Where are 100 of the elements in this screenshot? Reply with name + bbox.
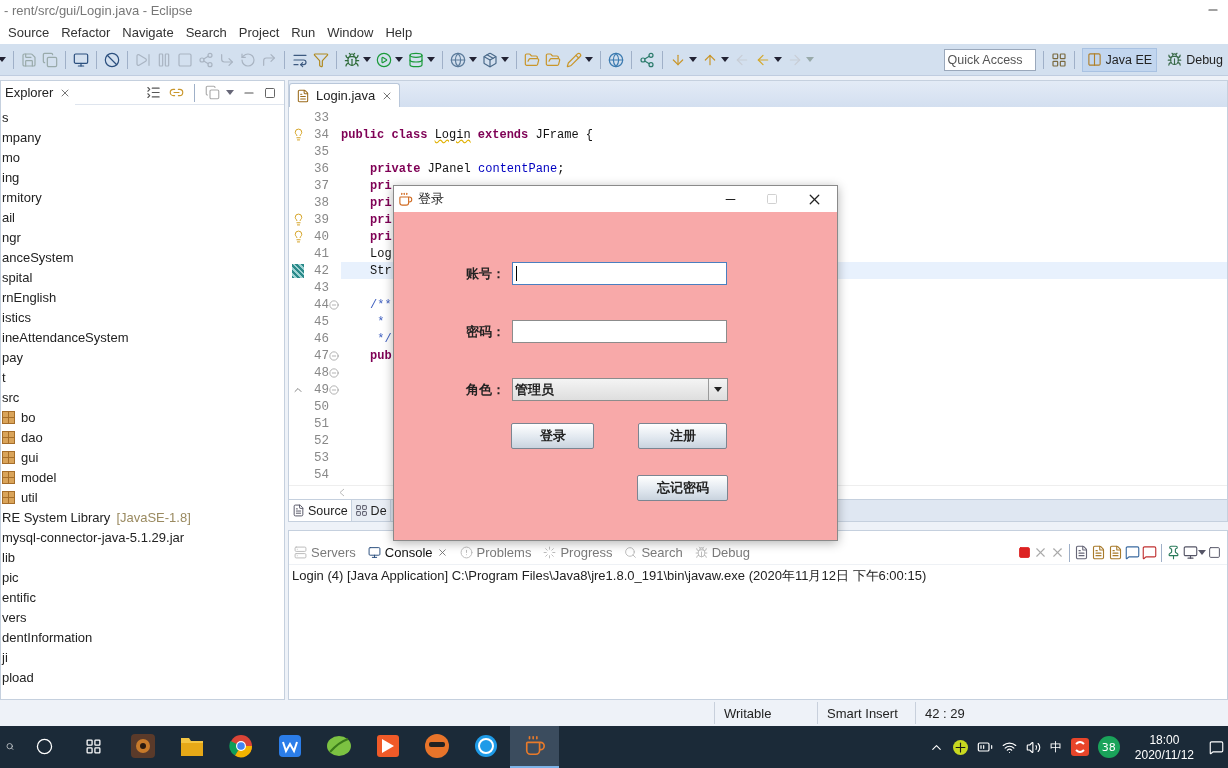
tree-item[interactable]: dao <box>21 429 43 445</box>
task-view-icon[interactable] <box>85 737 102 755</box>
bug-icon[interactable] <box>1167 52 1183 67</box>
volume-icon[interactable] <box>1025 739 1041 755</box>
input-method-indicator[interactable]: 中 <box>1049 738 1062 756</box>
battery-icon[interactable] <box>976 739 993 755</box>
plus-icon[interactable] <box>952 739 968 755</box>
browser-icon[interactable] <box>228 734 253 758</box>
perspective-icon[interactable] <box>1086 52 1102 67</box>
tree-item[interactable]: mo <box>2 149 21 165</box>
tree-item[interactable]: rnEnglish <box>2 289 57 305</box>
leaf-icon[interactable] <box>325 734 352 758</box>
quick-access-field[interactable]: Quick Access <box>943 48 1036 71</box>
remove-icon[interactable] <box>1033 545 1048 560</box>
editor-mode-tab[interactable]: Source <box>289 500 352 521</box>
caret-icon[interactable] <box>585 57 593 62</box>
view-tab[interactable]: Servers <box>289 541 361 564</box>
menu-item[interactable]: Help <box>379 24 419 40</box>
document-icon[interactable] <box>1108 545 1123 560</box>
tree-item[interactable]: ing <box>2 169 20 185</box>
dialog-button[interactable]: 登录 <box>511 423 594 449</box>
caret-icon[interactable] <box>395 57 403 62</box>
stop-icon[interactable] <box>1018 546 1031 559</box>
perspective-button[interactable]: Debug <box>1162 47 1228 72</box>
menu-item[interactable]: Search <box>179 24 233 40</box>
caret-icon[interactable] <box>721 57 729 62</box>
dialog-button[interactable]: 忘记密码 <box>637 475 728 501</box>
document-icon[interactable] <box>292 504 305 517</box>
open-perspective-icon[interactable] <box>1050 51 1067 68</box>
password-field[interactable] <box>512 320 727 343</box>
view-tab[interactable]: Debug <box>689 541 755 564</box>
tab-icon[interactable] <box>367 546 381 559</box>
editor-mode-tab[interactable]: De <box>351 500 391 521</box>
caret-icon[interactable] <box>1198 550 1206 555</box>
tree-item[interactable]: s <box>2 109 9 125</box>
tree-item[interactable]: vers <box>2 609 27 625</box>
tree-item[interactable]: istics <box>2 309 31 325</box>
caret-icon[interactable] <box>689 57 697 62</box>
tree-item[interactable]: ngr <box>2 229 21 245</box>
tree-item[interactable]: lib <box>2 549 15 565</box>
message-icon[interactable] <box>1125 545 1140 560</box>
view-tab[interactable]: Progress <box>538 541 618 564</box>
view-tab[interactable]: Search <box>619 541 688 564</box>
document-app-icon[interactable] <box>277 734 302 758</box>
tree-item[interactable]: mpany <box>2 129 42 145</box>
notification-icon[interactable] <box>1209 739 1224 755</box>
document-icon[interactable] <box>1074 545 1089 560</box>
grid-icon[interactable] <box>354 504 368 517</box>
dropdown[interactable]: 管理员 <box>512 378 728 401</box>
menu-item[interactable]: Project <box>232 24 286 40</box>
caret-icon[interactable] <box>469 57 477 62</box>
tree-item[interactable]: ail <box>2 209 15 225</box>
tree-item[interactable]: t <box>2 369 6 385</box>
coffee-cup-icon[interactable] <box>523 735 546 757</box>
tree-item[interactable]: anceSystem <box>2 249 74 265</box>
tree-item[interactable]: mysql-connector-java-5.1.29.jar <box>2 529 185 545</box>
input-field[interactable] <box>512 262 727 285</box>
tree-item[interactable]: gui <box>21 449 39 465</box>
tree-item[interactable]: dentInformation <box>2 629 93 645</box>
caret-icon[interactable] <box>0 57 6 62</box>
tree-item[interactable]: pload <box>2 669 34 685</box>
bug-icon[interactable] <box>344 51 360 68</box>
collapse-all-icon[interactable] <box>146 85 161 100</box>
app-icon[interactable] <box>473 734 498 758</box>
monitor-icon[interactable] <box>1183 545 1198 560</box>
circle-icon[interactable] <box>36 737 53 755</box>
tree-item[interactable]: entific <box>2 589 36 605</box>
menu-item[interactable]: Window <box>321 24 380 40</box>
tree-item[interactable]: RE System Library <box>2 509 111 525</box>
tree-item[interactable]: bo <box>21 409 36 425</box>
tree-item[interactable]: pay <box>2 349 23 365</box>
tree-item[interactable]: rmitory <box>2 189 42 205</box>
tree-item[interactable]: pic <box>2 569 19 585</box>
caret-icon[interactable] <box>363 57 371 62</box>
menu-item[interactable]: Navigate <box>116 24 180 40</box>
app-icon[interactable] <box>1070 738 1089 756</box>
monitor-icon[interactable] <box>73 51 89 68</box>
dialog-button[interactable]: 注册 <box>638 423 727 449</box>
tree-item[interactable]: model <box>21 469 57 485</box>
caret-icon[interactable] <box>774 57 782 62</box>
perspective-button[interactable]: Java EE <box>1081 47 1158 72</box>
tree-item[interactable]: src <box>2 389 20 405</box>
maximize-icon[interactable] <box>264 86 276 99</box>
folder-icon[interactable] <box>179 735 204 757</box>
menu-item[interactable]: Run <box>285 24 322 40</box>
caret-icon[interactable] <box>501 57 509 62</box>
package-icon[interactable] <box>482 51 498 68</box>
prohibit-icon[interactable] <box>104 51 120 68</box>
menu-item[interactable]: Refactor <box>55 24 117 40</box>
java-file-icon[interactable] <box>296 88 310 103</box>
menu-item[interactable]: Source <box>2 24 56 40</box>
pin-icon[interactable] <box>1166 545 1181 560</box>
globe-icon[interactable] <box>608 51 624 68</box>
caret-icon[interactable] <box>226 90 234 95</box>
remove-all-icon[interactable] <box>1050 545 1065 560</box>
app-icon[interactable] <box>375 734 400 758</box>
message-icon[interactable] <box>1142 545 1157 560</box>
tree-item[interactable]: spital <box>2 269 33 285</box>
view-tab[interactable]: Problems <box>454 541 537 564</box>
maximize-icon[interactable] <box>1208 546 1221 559</box>
